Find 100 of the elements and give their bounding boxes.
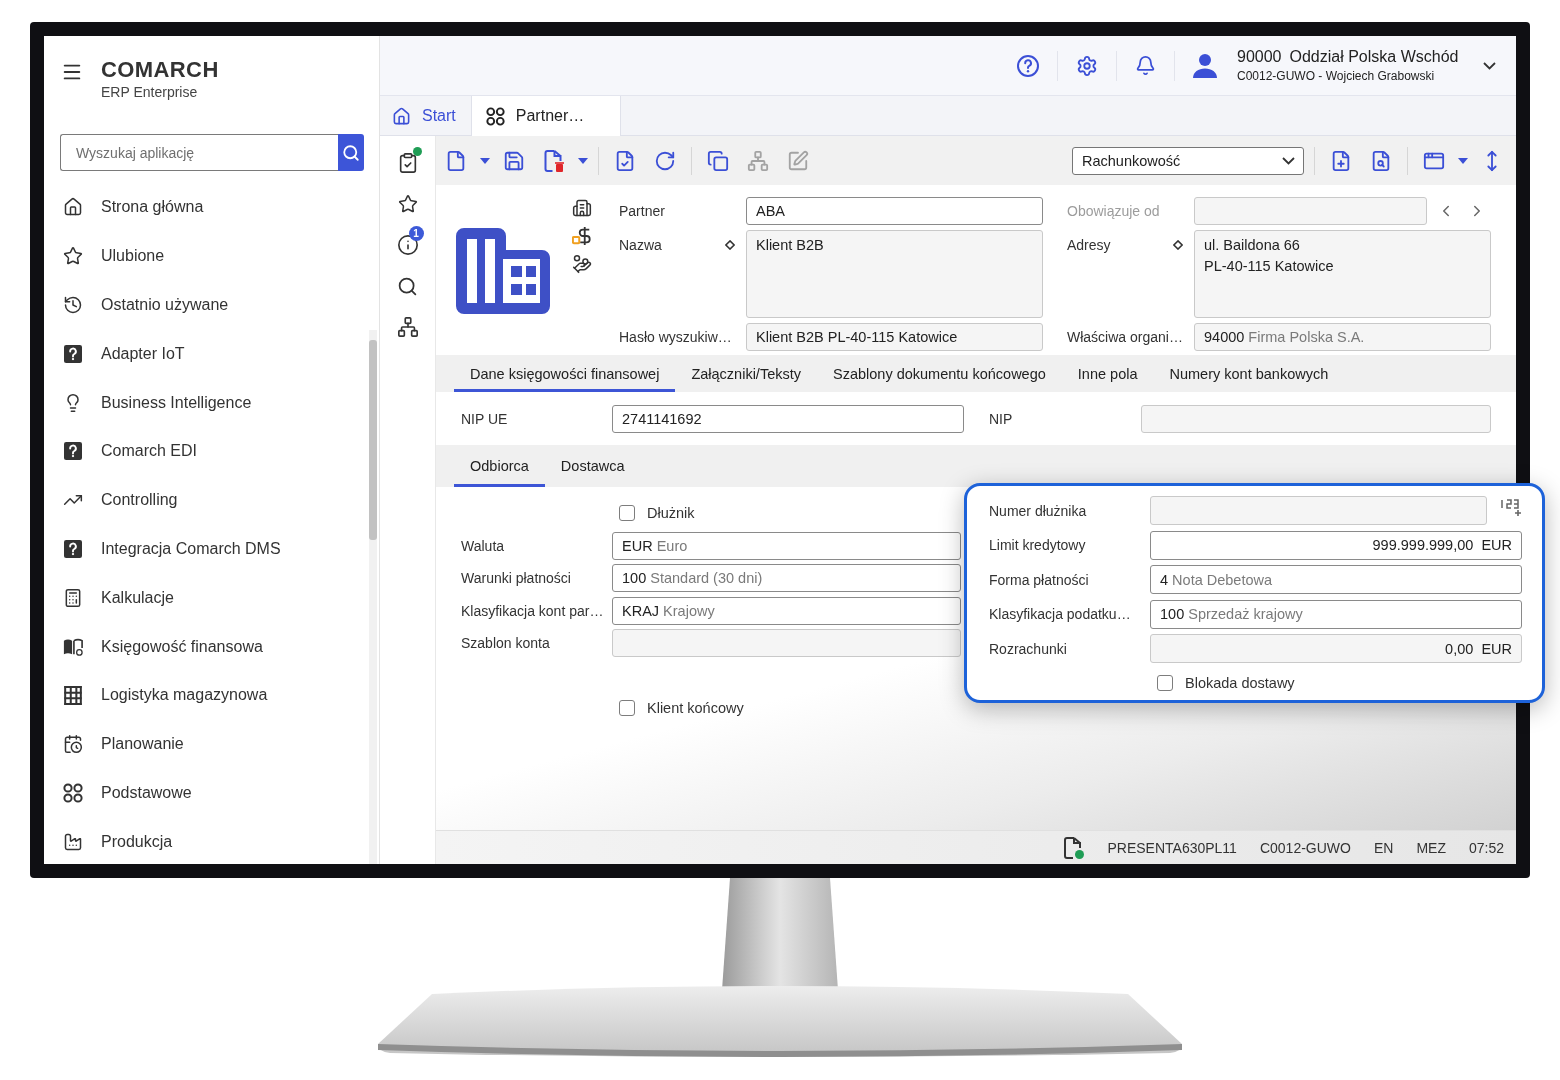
sidebar-item[interactable]: Business Intelligence [44,378,369,427]
field-label: Limit kredytowy [989,536,1086,554]
sidebar-item[interactable]: Integracja Comarch DMS [44,524,369,574]
sidebar-item[interactable]: Podstawowe [44,768,369,818]
checkbox[interactable] [619,700,635,716]
organization-name: Oddział Polska Wschód [1289,47,1459,67]
sidebar-item[interactable]: Adapter IoT [44,329,369,379]
tab[interactable]: Szablony dokumentu końcowego [817,355,1062,392]
checkbox-label: Dłużnik [647,504,695,521]
tab[interactable]: Załączniki/Teksty [675,355,817,392]
bell-icon[interactable] [1135,55,1156,76]
sidebar-item[interactable]: Controlling [44,475,369,525]
document-plus-icon[interactable] [1330,149,1352,172]
field-label: Klasyfikacja podatku… [989,605,1131,623]
copy-icon[interactable] [707,149,729,172]
input-field[interactable]: Klient B2B PL-40-115 Katowice [746,323,1043,351]
field-label: Rozrachunki [989,639,1067,658]
checkbox[interactable] [619,504,635,521]
star-icon[interactable] [397,194,418,214]
calendar-clock-icon [63,734,83,755]
sidebar-item[interactable]: Strona główna [44,183,369,232]
brand-name: COMARCH [101,58,219,82]
sidebar-item[interactable]: Produkcja [44,817,369,864]
hand-coins-icon[interactable] [572,254,592,274]
field-label: Obowiązuje od [1067,202,1160,220]
input-field[interactable] [612,629,961,657]
save-icon[interactable] [503,149,525,172]
settings-icon[interactable] [1076,54,1098,77]
input-field[interactable]: KRAJ Krajowy [612,596,961,625]
question-mark-icon [64,344,82,363]
input-field[interactable]: 100 Standard (30 dni) [612,564,961,592]
document-check-icon[interactable] [614,149,636,172]
search-field[interactable]: Wyszukaj aplikację [60,134,338,171]
caret-down-icon[interactable] [1458,157,1468,164]
status-bar-text: C0012-GUWO [1259,839,1351,856]
input-field[interactable] [1141,404,1491,433]
circles-icon [63,782,83,803]
home-icon [63,197,83,218]
search-icon[interactable] [397,275,418,297]
field-label: Warunki płatności [461,569,571,587]
grid-icon [64,685,82,705]
hierarchy-icon[interactable] [396,316,419,338]
field-label: Właściwa organi… [1067,328,1183,346]
search-icon [342,143,360,162]
field-label: Adresy [1067,236,1111,254]
caret-down-icon[interactable] [480,157,490,164]
book-icon [63,636,83,657]
input-field[interactable] [1150,496,1487,525]
checkbox-label: Blokada dostawy [1185,675,1295,691]
field-label: NIP UE [461,409,508,428]
tab[interactable]: Dostawca [544,445,641,487]
building-icon[interactable] [572,198,592,218]
tab[interactable]: Inne pola [1061,355,1154,392]
chevron-down-icon[interactable] [1483,61,1496,70]
sidebar-item[interactable]: Logistyka magazynowa [44,670,369,720]
document-search-icon[interactable] [1370,149,1392,172]
input-field[interactable]: 999.999.999,00 EUR [1150,530,1522,560]
sidebar-item[interactable]: Ulubione [44,231,369,281]
input-field[interactable]: 94000 Firma Polska S.A. [1194,323,1491,351]
history-icon [63,295,83,315]
input-field[interactable]: 2741141692 [612,404,964,433]
status-bar-text: PRESENTA630PL11 [1107,839,1237,856]
tab[interactable]: Partner… [470,96,622,136]
help-icon[interactable] [1017,54,1039,77]
dollar-icon[interactable] [572,226,592,246]
input-field[interactable]: EUR Euro [612,531,961,560]
sidebar-item[interactable]: Kalkulacje [44,573,369,623]
number-plus-icon[interactable] [1500,499,1522,517]
document-icon[interactable] [445,149,467,172]
sidebar-item[interactable]: Comarch EDI [44,427,369,476]
field-label: Szablon konta [461,634,550,652]
user-icon[interactable] [1193,53,1217,78]
caret-down-icon[interactable] [578,157,588,164]
calculator-icon [63,587,83,608]
document-status-icon[interactable] [1064,836,1085,859]
factory-icon [63,831,83,852]
sidebar-item[interactable]: Planowanie [44,719,369,769]
input-field[interactable]: 100 Sprzedaż krajowy [1150,599,1522,629]
input-field[interactable]: 4 Nota Debetowa [1150,565,1522,594]
tab[interactable]: Start [380,96,471,136]
sidebar-item[interactable]: Ostatnio używane [44,280,369,330]
checkbox[interactable] [1157,675,1173,691]
field-label: NIP [989,409,1013,428]
star-icon [63,246,83,267]
tab[interactable]: Numery kont bankowych [1153,355,1345,392]
search-button[interactable] [338,134,364,171]
document-delete-icon[interactable] [543,149,565,172]
input-field[interactable]: ABA [746,197,1043,225]
text-area[interactable]: ul. Baildona 66 PL-40-115 Katowice [1194,230,1491,318]
status-bar-text: EN [1373,839,1394,856]
circles-icon [485,106,505,126]
question-mark-icon [64,539,82,558]
input-field[interactable]: 0,00 EUR [1150,634,1522,663]
view-select[interactable]: Rachunkowość [1072,146,1304,175]
status-dot-icon [412,147,422,156]
refresh-icon[interactable] [654,149,676,172]
company-icon [456,228,550,314]
sidebar-item[interactable]: Księgowość finansowa [44,622,369,671]
text-area[interactable]: Klient B2B [746,230,1043,318]
status-bar-text: MEZ [1416,839,1446,856]
